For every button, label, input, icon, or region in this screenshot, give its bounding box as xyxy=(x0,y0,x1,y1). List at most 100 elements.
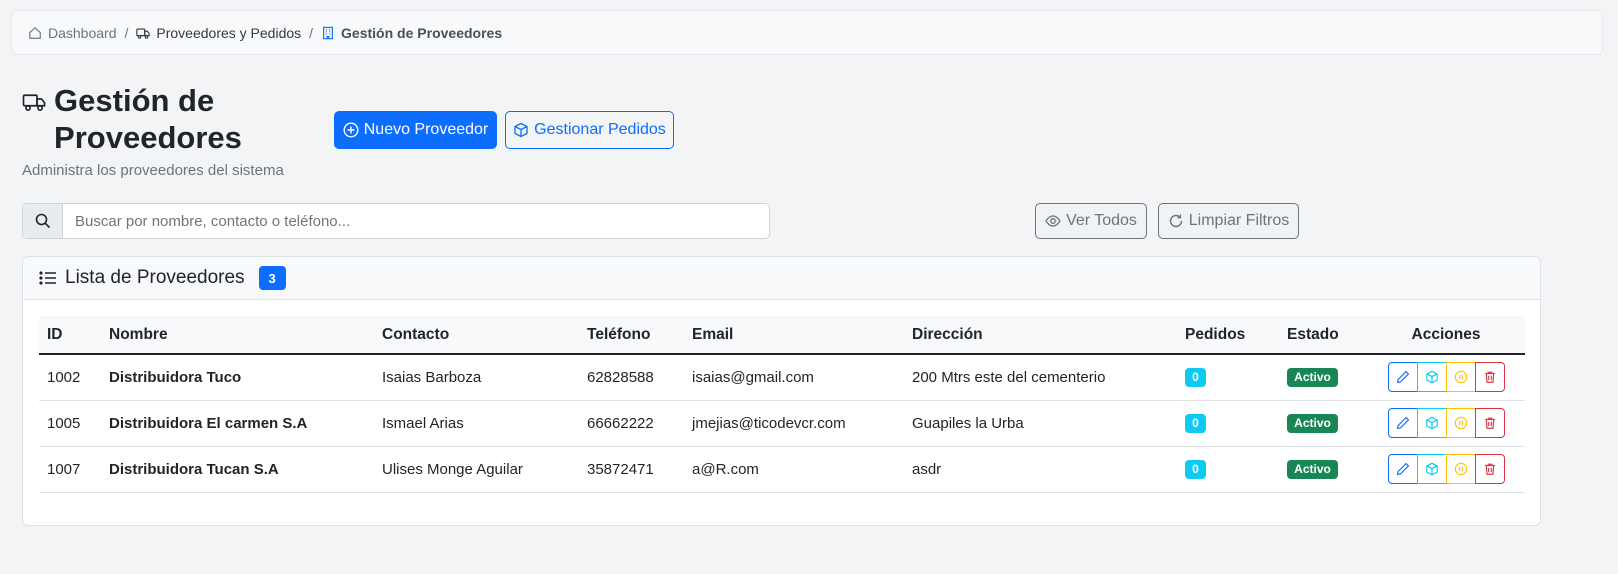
ver-todos-button[interactable]: Ver Todos xyxy=(1035,203,1147,239)
pedidos-badge: 0 xyxy=(1185,459,1206,479)
pause-circle-icon xyxy=(1454,370,1467,384)
edit-button[interactable] xyxy=(1387,362,1418,393)
breadcrumb-current-label: Gestión de Proveedores xyxy=(341,24,503,41)
cell-nombre: Distribuidora Tucan S.A xyxy=(109,460,279,478)
limpiar-filtros-label: Limpiar Filtros xyxy=(1188,212,1290,229)
cell-contacto: Ulises Monge Aguilar xyxy=(382,460,523,478)
page-title: Gestión de Proveedores xyxy=(54,83,242,155)
pedidos-button[interactable] xyxy=(1416,362,1447,393)
limpiar-filtros-button[interactable]: Limpiar Filtros xyxy=(1158,203,1299,239)
breadcrumb-proveedores-pedidos[interactable]: Proveedores y Pedidos xyxy=(136,25,301,41)
proveedores-table: ID Nombre Contacto Teléfono Email Direcc… xyxy=(39,316,1525,493)
gestionar-pedidos-button[interactable]: Gestionar Pedidos xyxy=(505,111,674,149)
pause-button[interactable] xyxy=(1445,408,1476,438)
table-row: 1005 Distribuidora El carmen S.A Ismael … xyxy=(39,400,1525,446)
cell-pedidos: 0 xyxy=(1177,400,1279,446)
cell-contacto: Ismael Arias xyxy=(382,414,464,432)
row-actions xyxy=(1387,362,1505,393)
table-row: 1007 Distribuidora Tucan S.A Ulises Mong… xyxy=(39,446,1525,492)
cell-contacto: Isaias Barboza xyxy=(382,368,482,386)
delete-button[interactable] xyxy=(1474,408,1505,438)
col-nombre: Nombre xyxy=(109,325,168,343)
page-subtitle: Administra los proveedores del sistema xyxy=(22,162,284,179)
breadcrumb-current: Gestión de Proveedores xyxy=(321,25,502,41)
cell-acciones xyxy=(1367,400,1525,446)
cell-id: 1002 xyxy=(47,368,81,386)
pedidos-badge: 0 xyxy=(1185,367,1206,387)
pause-button[interactable] xyxy=(1445,362,1476,393)
cell-email: isaias@gmail.com xyxy=(692,368,814,386)
refresh-icon xyxy=(1169,214,1182,228)
house-icon xyxy=(29,26,41,39)
cell-id: 1007 xyxy=(47,460,81,478)
cell-email: a@R.com xyxy=(692,460,759,478)
breadcrumb-dashboard[interactable]: Dashboard xyxy=(28,25,117,41)
plus-circle-icon xyxy=(343,122,359,138)
pause-button[interactable] xyxy=(1445,454,1476,484)
breadcrumb-separator: / xyxy=(124,24,129,41)
card-header: Lista de Proveedores 3 xyxy=(23,257,1540,300)
box-icon xyxy=(1425,416,1438,430)
table-header-row: ID Nombre Contacto Teléfono Email Direcc… xyxy=(39,316,1525,354)
ver-todos-label: Ver Todos xyxy=(1066,212,1137,229)
card-title: Lista de Proveedores xyxy=(65,267,245,288)
nuevo-proveedor-label: Nuevo Proveedor xyxy=(363,121,489,138)
truck-icon xyxy=(22,94,46,111)
cell-nombre: Distribuidora Tuco xyxy=(109,368,242,386)
list-icon xyxy=(39,271,56,285)
cell-estado: Activo xyxy=(1279,354,1367,400)
trash-icon xyxy=(1484,463,1495,475)
breadcrumb-dashboard-label: Dashboard xyxy=(48,24,117,41)
delete-button[interactable] xyxy=(1474,362,1505,393)
search-icon xyxy=(35,213,50,229)
cell-pedidos: 0 xyxy=(1177,446,1279,492)
edit-button[interactable] xyxy=(1387,408,1418,438)
pedidos-button[interactable] xyxy=(1416,408,1447,438)
building-icon xyxy=(323,26,333,39)
delete-button[interactable] xyxy=(1474,454,1505,484)
cell-acciones xyxy=(1367,354,1525,400)
status-badge: Activo xyxy=(1287,459,1338,479)
box-icon xyxy=(1425,462,1438,476)
search-addon xyxy=(23,204,63,238)
truck-icon xyxy=(136,27,151,39)
cell-pedidos: 0 xyxy=(1177,354,1279,400)
pause-circle-icon xyxy=(1454,416,1467,430)
proveedores-card: Lista de Proveedores 3 ID Nombre Contact… xyxy=(22,256,1541,526)
col-contacto: Contacto xyxy=(382,325,450,343)
nuevo-proveedor-button[interactable]: Nuevo Proveedor xyxy=(334,111,497,149)
cell-direccion: 200 Mtrs este del cementerio xyxy=(912,368,1106,386)
trash-icon xyxy=(1484,417,1495,429)
col-pedidos: Pedidos xyxy=(1185,325,1246,343)
col-id: ID xyxy=(47,325,63,343)
pedidos-button[interactable] xyxy=(1416,454,1447,484)
col-direccion: Dirección xyxy=(912,325,983,343)
table-row: 1002 Distribuidora Tuco Isaias Barboza 6… xyxy=(39,354,1525,400)
col-email: Email xyxy=(692,325,734,343)
search-group xyxy=(22,203,770,239)
status-badge: Activo xyxy=(1287,367,1338,387)
row-actions xyxy=(1387,454,1505,484)
eye-icon xyxy=(1045,215,1061,227)
cell-direccion: asdr xyxy=(912,460,942,478)
cell-telefono: 66662222 xyxy=(587,414,654,432)
col-acciones: Acciones xyxy=(1411,325,1481,343)
cell-telefono: 35872471 xyxy=(587,460,654,478)
page-header: Gestión de Proveedores Administra los pr… xyxy=(22,82,322,179)
col-estado: Estado xyxy=(1287,325,1339,343)
pedidos-badge: 0 xyxy=(1185,413,1206,433)
cell-acciones xyxy=(1367,446,1525,492)
cell-email: jmejias@ticodevcr.com xyxy=(692,414,846,432)
pencil-icon xyxy=(1396,416,1409,430)
cell-direccion: Guapiles la Urba xyxy=(912,414,1024,432)
edit-button[interactable] xyxy=(1387,454,1418,484)
count-badge: 3 xyxy=(258,266,286,290)
breadcrumb-proveedores-pedidos-label: Proveedores y Pedidos xyxy=(156,24,302,41)
box-icon xyxy=(1425,370,1438,384)
trash-icon xyxy=(1484,371,1495,384)
cell-id: 1005 xyxy=(47,414,81,432)
breadcrumb-separator: / xyxy=(309,24,314,41)
search-input[interactable] xyxy=(63,204,769,238)
box-icon xyxy=(514,122,528,138)
pencil-icon xyxy=(1396,371,1409,384)
